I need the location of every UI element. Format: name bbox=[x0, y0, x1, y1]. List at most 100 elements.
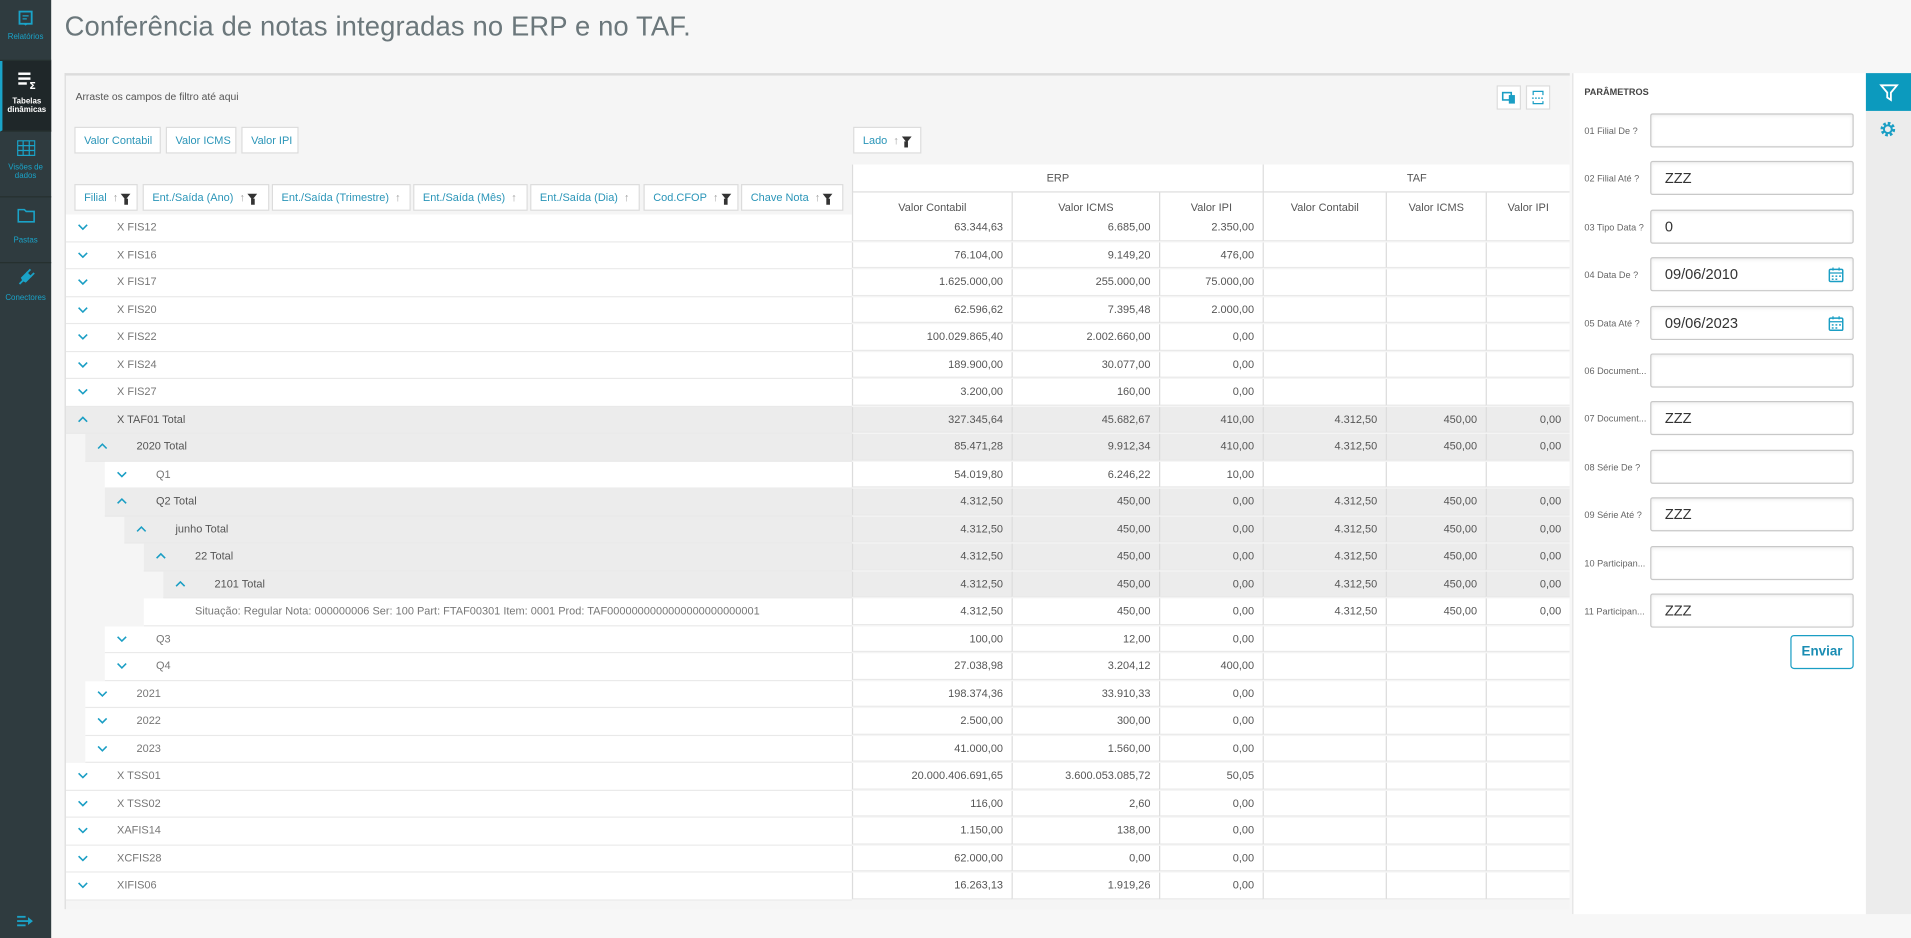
value-cell: 33.910,33 bbox=[1011, 680, 1160, 707]
param-input[interactable] bbox=[1650, 353, 1854, 388]
row-label: X TSS01 bbox=[117, 769, 161, 782]
value-cell bbox=[1485, 324, 1570, 351]
value-cell: 160,00 bbox=[1011, 379, 1160, 406]
calendar-icon[interactable] bbox=[1828, 315, 1844, 331]
chevron-down-icon[interactable] bbox=[77, 385, 89, 397]
chevron-down-icon[interactable] bbox=[96, 687, 108, 699]
report-icon bbox=[18, 10, 33, 26]
grid-icon bbox=[16, 140, 35, 156]
chevron-down-icon[interactable] bbox=[116, 467, 128, 479]
chevron-down-icon[interactable] bbox=[77, 221, 89, 233]
value-cell: 4.312,50 bbox=[1262, 543, 1386, 570]
sidebar-item-pastas[interactable]: Pastas bbox=[0, 197, 52, 264]
sidebar-item-conectores[interactable]: Conectores bbox=[0, 263, 51, 314]
value-cell: 12,00 bbox=[1011, 625, 1160, 653]
table-row: X TSS02 116,00 2,60 0,00 bbox=[65, 790, 1570, 818]
value-cell: 3.600.053.085,72 bbox=[1011, 762, 1160, 790]
value-cell bbox=[1485, 351, 1570, 378]
chevron-up-icon[interactable] bbox=[174, 577, 186, 589]
chevron-down-icon[interactable] bbox=[77, 303, 89, 315]
chevron-down-icon[interactable] bbox=[77, 796, 89, 808]
chevron-down-icon[interactable] bbox=[77, 330, 89, 342]
chevron-down-icon[interactable] bbox=[77, 769, 89, 781]
value-cell bbox=[1485, 214, 1570, 241]
value-cell: 1.919,26 bbox=[1011, 872, 1160, 899]
calendar-icon[interactable] bbox=[1828, 267, 1844, 283]
chip-label: Valor Contabil bbox=[84, 134, 153, 147]
value-field-chip[interactable]: Valor ICMS bbox=[165, 126, 237, 154]
table-row: XIFIS06 16.263,13 1.919,26 0,00 bbox=[65, 872, 1570, 901]
chevron-down-icon[interactable] bbox=[77, 248, 89, 260]
chevron-down-icon[interactable] bbox=[77, 358, 89, 370]
chevron-up-icon[interactable] bbox=[96, 440, 108, 452]
value-cell bbox=[1385, 817, 1486, 844]
chevron-up-icon[interactable] bbox=[135, 522, 147, 534]
value-cell: 0,00 bbox=[1485, 488, 1570, 515]
chevron-up-icon[interactable] bbox=[116, 495, 128, 507]
param-input[interactable]: 09/06/2023 bbox=[1650, 305, 1854, 340]
chevron-down-icon[interactable] bbox=[77, 851, 89, 863]
value-cell: 16.263,13 bbox=[851, 872, 1012, 899]
export-button[interactable] bbox=[1496, 85, 1521, 110]
sort-arrow-icon[interactable]: ↑ bbox=[893, 134, 898, 146]
value-cell: 3.200,00 bbox=[851, 379, 1012, 406]
sidebar-item-relatorios[interactable]: Relatórios bbox=[0, 0, 52, 61]
value-cell bbox=[1385, 735, 1486, 762]
value-field-chip[interactable]: Valor Contabil bbox=[74, 126, 161, 154]
submit-button[interactable]: Enviar bbox=[1790, 634, 1854, 670]
param-input[interactable]: ZZZ bbox=[1650, 497, 1854, 532]
value-cell: 2.002.660,00 bbox=[1011, 324, 1160, 351]
param-input[interactable]: ZZZ bbox=[1650, 161, 1854, 196]
param-input[interactable]: 09/06/2010 bbox=[1650, 257, 1854, 292]
chevron-down-icon[interactable] bbox=[116, 659, 128, 671]
param-input[interactable]: ZZZ bbox=[1650, 593, 1854, 628]
filter-icon[interactable] bbox=[901, 136, 912, 148]
param-input[interactable] bbox=[1650, 113, 1854, 148]
chevron-down-icon[interactable] bbox=[96, 714, 108, 726]
value-cell bbox=[1385, 625, 1486, 653]
value-cell: 410,00 bbox=[1159, 433, 1263, 461]
param-input[interactable]: 0 bbox=[1650, 209, 1854, 244]
value-cell: 0,00 bbox=[1485, 543, 1570, 570]
value-field-chip[interactable]: Valor IPI bbox=[241, 126, 299, 154]
value-cell bbox=[1485, 241, 1570, 269]
row-label: X TAF01 Total bbox=[117, 412, 186, 425]
param-value: 0 bbox=[1664, 217, 1673, 235]
value-cell bbox=[1485, 680, 1570, 707]
param-input[interactable]: ZZZ bbox=[1650, 401, 1854, 436]
settings-tab-button[interactable] bbox=[1866, 111, 1911, 149]
chevron-up-icon[interactable] bbox=[77, 413, 89, 425]
chevron-down-icon[interactable] bbox=[77, 275, 89, 287]
expand-menu-icon[interactable] bbox=[17, 912, 34, 934]
table-row: X FIS17 1.625.000,00 255.000,00 75.000,00 bbox=[65, 269, 1570, 297]
param-input[interactable] bbox=[1650, 545, 1854, 580]
chevron-down-icon[interactable] bbox=[116, 632, 128, 644]
sidebar-item-label: Tabelas dinâmicas bbox=[7, 97, 47, 115]
row-label: X FIS20 bbox=[117, 302, 157, 316]
value-cell: 0,00 bbox=[1159, 817, 1263, 844]
sidebar-item-tabelas-dinamicas[interactable]: Σ Tabelas dinâmicas bbox=[0, 60, 52, 132]
value-cell: 54.019,80 bbox=[851, 461, 1012, 488]
param-label: 08 Série De ? bbox=[1584, 461, 1641, 473]
chevron-down-icon[interactable] bbox=[77, 879, 89, 891]
value-cell: 3.204,12 bbox=[1011, 653, 1160, 680]
row-label: 22 Total bbox=[195, 549, 234, 562]
measure-header: Valor ICMS bbox=[1011, 192, 1160, 217]
value-cell: 85.471,28 bbox=[851, 433, 1012, 461]
chevron-down-icon[interactable] bbox=[77, 824, 89, 836]
param-label: 07 Document... bbox=[1584, 413, 1647, 425]
sidebar-item-label: Conectores bbox=[5, 293, 46, 303]
value-cell: 6.685,00 bbox=[1011, 214, 1160, 241]
value-cell: 1.560,00 bbox=[1011, 735, 1160, 762]
value-cell: 2,60 bbox=[1011, 790, 1160, 817]
chevron-up-icon[interactable] bbox=[155, 550, 167, 562]
filter-tab-button[interactable] bbox=[1865, 73, 1911, 111]
value-cell bbox=[1385, 379, 1486, 406]
print-button[interactable] bbox=[1525, 85, 1551, 110]
filter-drop-zone[interactable]: Arraste os campos de filtro até aqui bbox=[76, 90, 239, 102]
value-cell bbox=[1262, 214, 1386, 241]
chevron-down-icon[interactable] bbox=[96, 742, 108, 754]
column-field-chip-lado[interactable]: Lado ↑ bbox=[853, 126, 922, 154]
sidebar-item-visoes-de-dados[interactable]: Visões de dados bbox=[0, 132, 52, 198]
param-input[interactable] bbox=[1650, 449, 1854, 484]
